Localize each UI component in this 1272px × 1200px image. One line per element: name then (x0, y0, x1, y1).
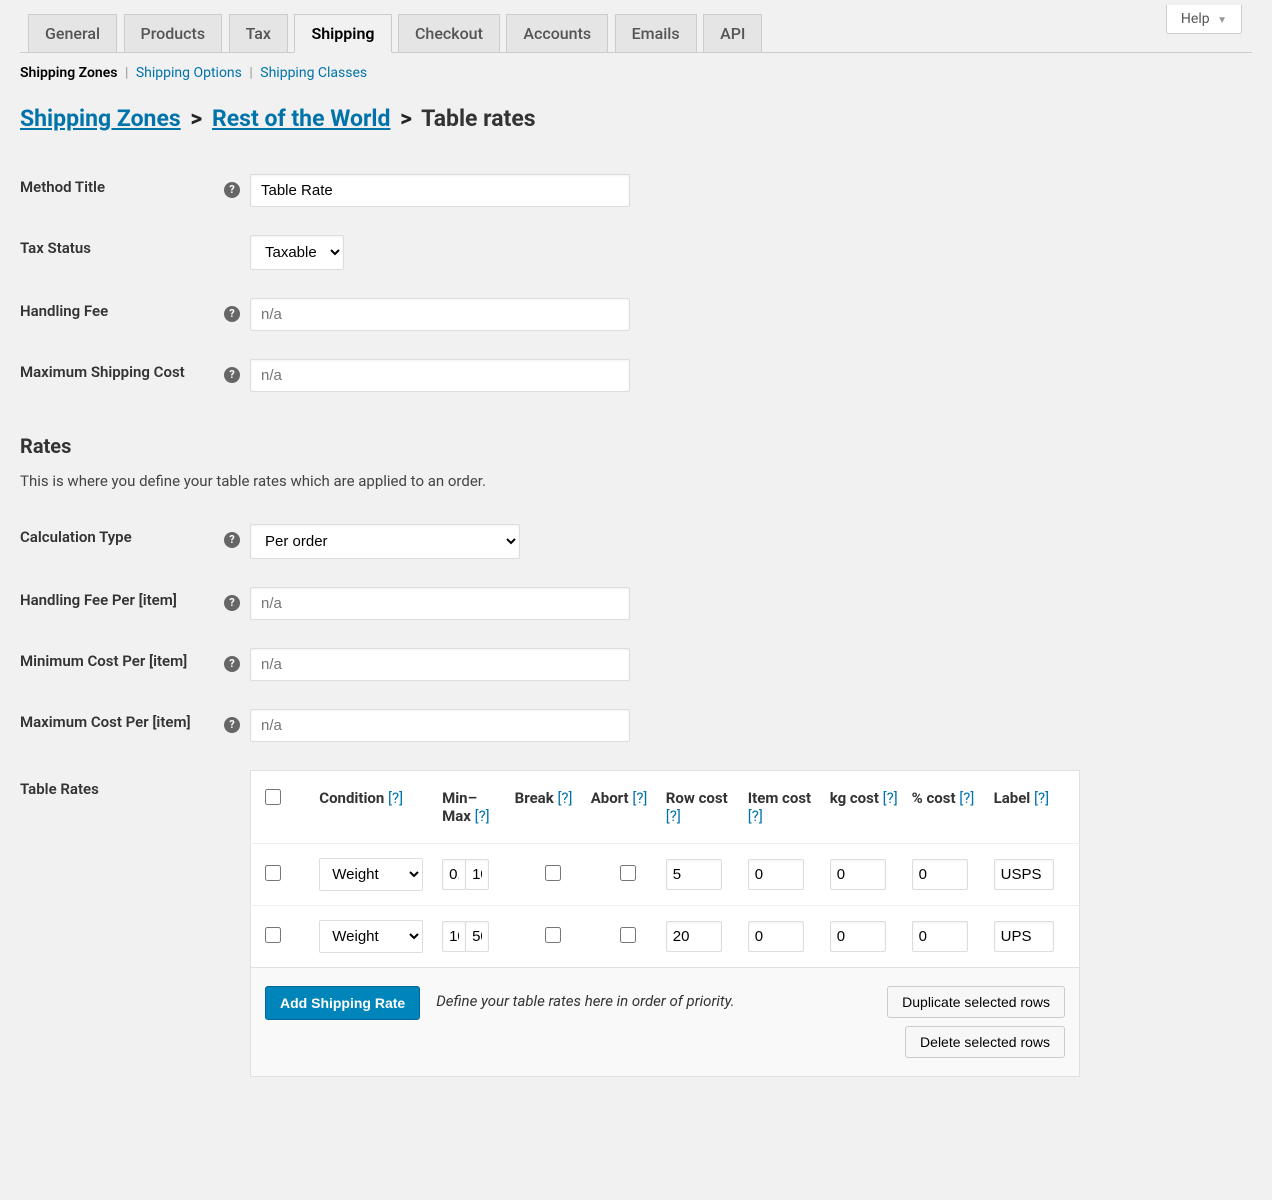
select-all-checkbox[interactable] (265, 789, 281, 805)
tax-status-select[interactable]: Taxable (250, 235, 344, 270)
breadcrumb-zone-link[interactable]: Rest of the World (212, 105, 390, 132)
min-cost-per-item-input[interactable] (250, 648, 630, 681)
col-kg-cost: kg cost (830, 789, 879, 807)
rates-table: Condition [?] Min–Max [?] Break [?] Abor… (250, 770, 1080, 1077)
tab-accounts[interactable]: Accounts (506, 14, 608, 52)
chevron-down-icon: ▼ (1217, 15, 1227, 26)
min-input[interactable] (442, 921, 466, 952)
subtab-shipping-classes[interactable]: Shipping Classes (260, 65, 367, 81)
handling-per-item-label: Handling Fee Per [item] (20, 573, 250, 634)
handling-per-item-input[interactable] (250, 587, 630, 620)
help-link[interactable]: [?] (632, 789, 647, 807)
tab-tax[interactable]: Tax (229, 14, 288, 52)
item-cost-input[interactable] (748, 859, 804, 890)
abort-checkbox[interactable] (620, 927, 636, 943)
rates-description: This is where you define your table rate… (20, 472, 1252, 490)
tab-general[interactable]: General (28, 14, 117, 52)
label-input[interactable] (994, 859, 1054, 890)
help-link[interactable]: [?] (883, 789, 898, 807)
pct-cost-input[interactable] (912, 921, 968, 952)
help-icon[interactable]: ? (224, 717, 240, 733)
break-checkbox[interactable] (545, 865, 561, 881)
breadcrumb: Shipping Zones > Rest of the World > Tab… (20, 105, 1252, 132)
col-row-cost: Row cost (666, 789, 728, 807)
tab-emails[interactable]: Emails (615, 14, 697, 52)
condition-select[interactable]: Weight (319, 920, 423, 953)
table-rates-label: Table Rates (20, 756, 250, 1091)
help-link[interactable]: [?] (666, 807, 681, 825)
subtab-current: Shipping Zones (20, 65, 117, 81)
col-label: Label (994, 789, 1031, 807)
min-cost-per-item-label: Minimum Cost Per [item] (20, 634, 250, 695)
max-input[interactable] (465, 921, 489, 952)
rates-heading: Rates (20, 434, 1252, 458)
row-select-checkbox[interactable] (265, 865, 281, 881)
subtab-nav: Shipping Zones | Shipping Options | Ship… (20, 65, 1252, 81)
help-icon[interactable]: ? (224, 367, 240, 383)
add-shipping-rate-button[interactable]: Add Shipping Rate (265, 986, 420, 1020)
max-input[interactable] (465, 859, 489, 890)
max-shipping-cost-label: Maximum Shipping Cost (20, 345, 250, 406)
col-break: Break (515, 789, 554, 807)
row-select-checkbox[interactable] (265, 927, 281, 943)
table-row: Weight (251, 844, 1080, 906)
calc-type-select[interactable]: Per order (250, 524, 520, 559)
help-icon[interactable]: ? (224, 595, 240, 611)
label-input[interactable] (994, 921, 1054, 952)
help-icon[interactable]: ? (224, 182, 240, 198)
duplicate-rows-button[interactable]: Duplicate selected rows (887, 986, 1065, 1018)
help-link[interactable]: [?] (1034, 789, 1049, 807)
handling-fee-input[interactable] (250, 298, 630, 331)
settings-tabs: General Products Tax Shipping Checkout A… (20, 0, 1252, 53)
row-cost-input[interactable] (666, 859, 722, 890)
condition-select[interactable]: Weight (319, 858, 423, 891)
handling-fee-label: Handling Fee (20, 284, 250, 345)
help-dropdown[interactable]: Help ▼ (1166, 5, 1242, 34)
help-link[interactable]: [?] (959, 789, 974, 807)
row-cost-input[interactable] (666, 921, 722, 952)
method-title-label: Method Title (20, 160, 250, 221)
pct-cost-input[interactable] (912, 859, 968, 890)
help-icon[interactable]: ? (224, 306, 240, 322)
col-minmax: Min–Max (442, 789, 477, 825)
kg-cost-input[interactable] (830, 921, 886, 952)
subtab-shipping-options[interactable]: Shipping Options (136, 65, 242, 81)
footer-hint: Define your table rates here in order of… (436, 986, 871, 1010)
col-condition: Condition (319, 789, 384, 807)
breadcrumb-current: Table rates (421, 105, 535, 132)
calc-type-label: Calculation Type (20, 510, 250, 573)
tab-checkout[interactable]: Checkout (398, 14, 500, 52)
kg-cost-input[interactable] (830, 859, 886, 890)
max-cost-per-item-label: Maximum Cost Per [item] (20, 695, 250, 756)
tab-products[interactable]: Products (124, 14, 223, 52)
breadcrumb-zones-link[interactable]: Shipping Zones (20, 105, 181, 132)
tab-shipping[interactable]: Shipping (294, 14, 391, 53)
abort-checkbox[interactable] (620, 865, 636, 881)
method-title-input[interactable] (250, 174, 630, 207)
tab-api[interactable]: API (703, 14, 762, 52)
tax-status-label: Tax Status (20, 221, 250, 284)
col-pct-cost: % cost (912, 789, 956, 807)
help-icon[interactable]: ? (224, 656, 240, 672)
help-label: Help (1181, 11, 1210, 27)
table-row: Weight (251, 906, 1080, 968)
min-input[interactable] (442, 859, 466, 890)
item-cost-input[interactable] (748, 921, 804, 952)
col-abort: Abort (591, 789, 629, 807)
help-link[interactable]: [?] (748, 807, 763, 825)
help-icon[interactable]: ? (224, 532, 240, 548)
col-item-cost: Item cost (748, 789, 811, 807)
break-checkbox[interactable] (545, 927, 561, 943)
help-link[interactable]: [?] (475, 807, 490, 825)
max-cost-per-item-input[interactable] (250, 709, 630, 742)
help-link[interactable]: [?] (557, 789, 572, 807)
max-shipping-cost-input[interactable] (250, 359, 630, 392)
help-link[interactable]: [?] (388, 789, 403, 807)
delete-rows-button[interactable]: Delete selected rows (905, 1026, 1065, 1058)
